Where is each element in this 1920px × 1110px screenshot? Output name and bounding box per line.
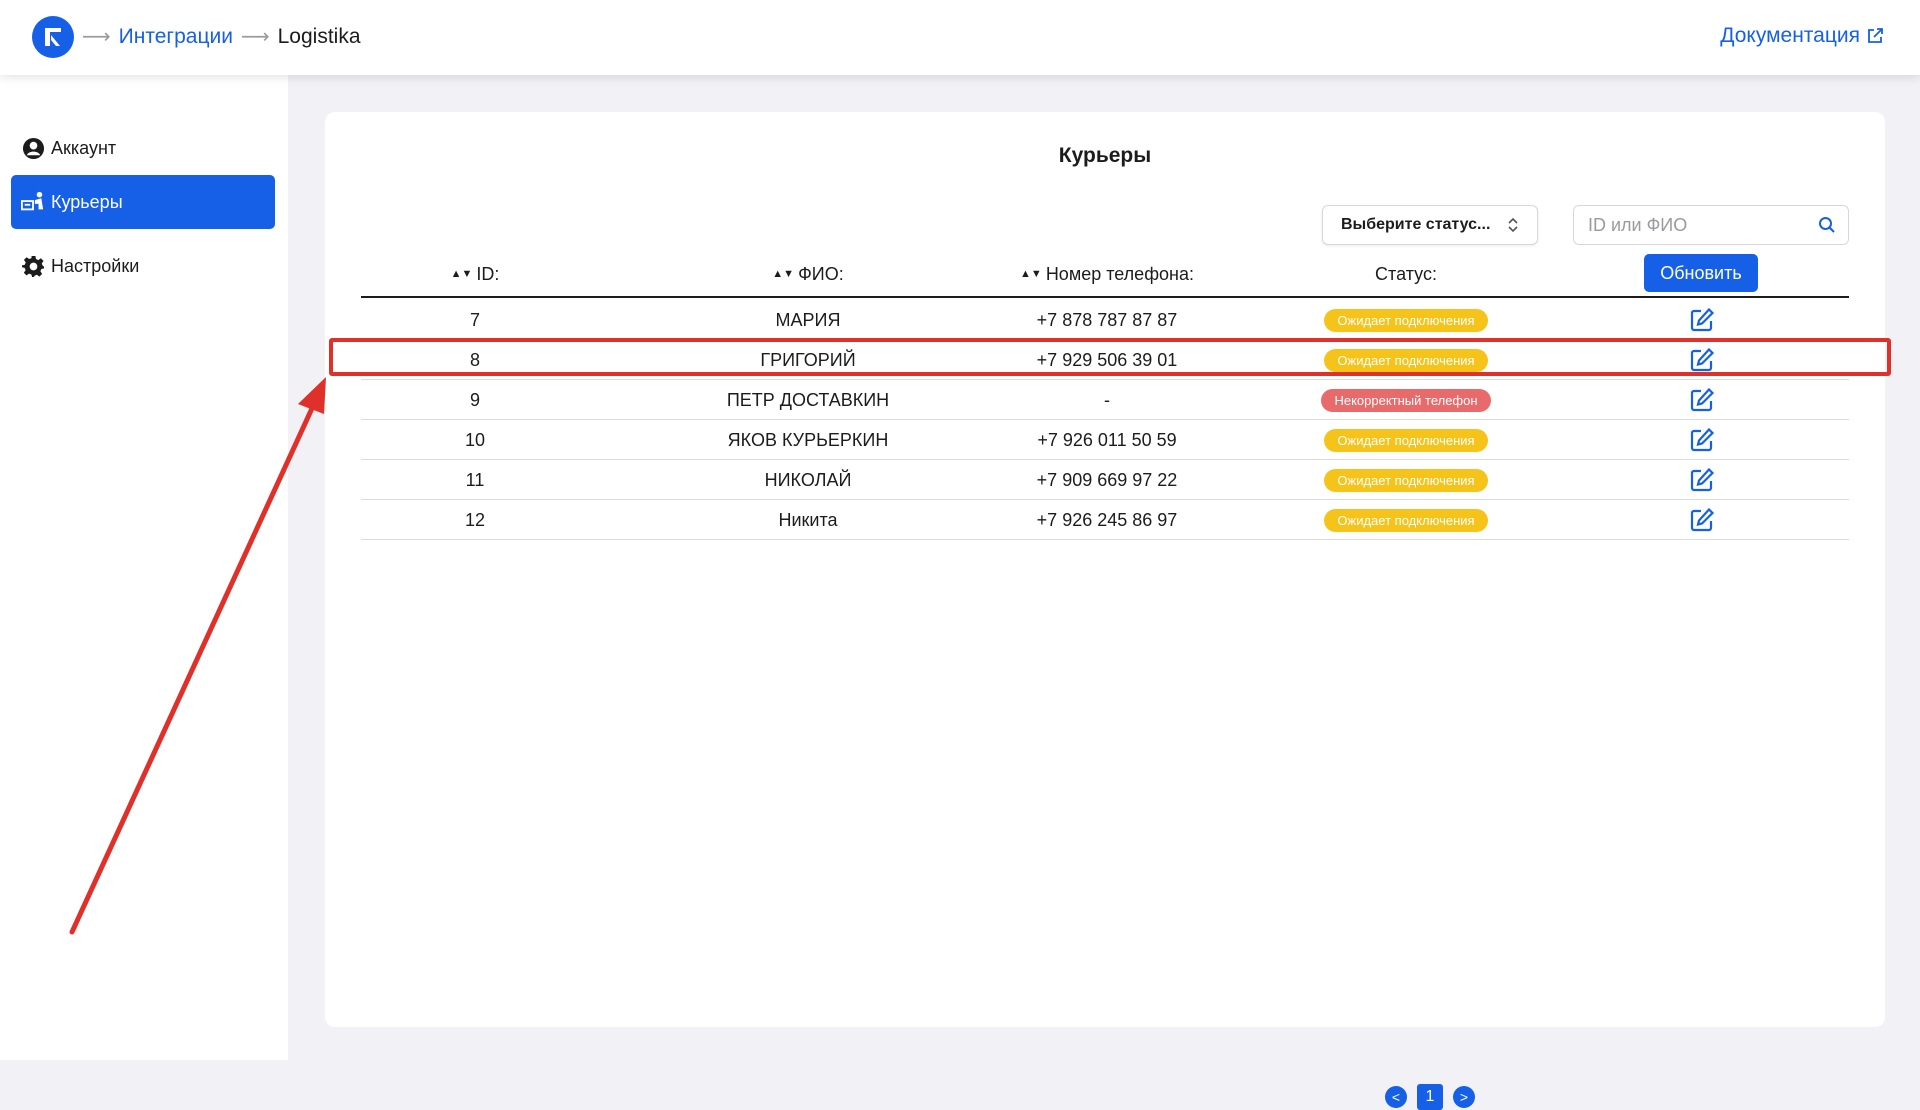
page-title: Курьеры [1058,144,1152,167]
sidebar: Аккаунт Курьеры Настройки [0,75,288,1060]
cell-name: ГРИГОРИЙ [760,349,856,370]
edit-icon [1690,347,1715,372]
edit-icon [1690,507,1715,532]
table-row[interactable]: 9 ПЕТР ДОСТАВКИН - Некорректный телефон [361,380,1849,420]
top-bar: ⟶ Интеграции ⟶ Logistika Документация [0,0,1920,75]
status-badge: Ожидает подключения [1324,508,1488,532]
status-badge: Ожидает подключения [1324,428,1488,452]
cell-name: ПЕТР ДОСТАВКИН [726,389,890,410]
logo-icon [45,28,61,46]
table-row[interactable]: 11 НИКОЛАЙ +7 909 669 97 22 Ожидает подк… [361,460,1849,500]
cell-phone: +7 926 011 50 59 [1037,429,1177,450]
courier-icon [21,190,45,214]
cell-id: 7 [469,309,480,330]
sort-icon[interactable]: ▲▼ [772,269,794,280]
cell-phone: +7 929 506 39 01 [1036,349,1178,370]
external-link-icon [1868,28,1883,43]
status-badge: Ожидает подключения [1324,468,1488,492]
user-circle-icon [21,136,45,160]
table-row[interactable]: 7 МАРИЯ +7 878 787 87 87 Ожидает подключ… [361,300,1849,340]
cell-name: Никита [778,509,838,530]
status-select[interactable]: Выберите статус... [1322,205,1538,245]
table-row[interactable]: 8 ГРИГОРИЙ +7 929 506 39 01 Ожидает подк… [361,340,1849,380]
sidebar-item-label: Курьеры [51,191,123,212]
sidebar-item-account[interactable]: Аккаунт [11,121,275,175]
search-field[interactable] [1573,205,1849,245]
cell-phone: - [1104,389,1110,410]
search-input[interactable] [1574,206,1804,244]
cell-status: Ожидает подключения [1257,460,1555,500]
column-header-name[interactable]: ▲▼ ФИО: [659,252,957,296]
edit-icon [1690,387,1715,412]
documentation-link[interactable]: Документация [1720,24,1884,48]
couriers-table: 7 МАРИЯ +7 878 787 87 87 Ожидает подключ… [361,300,1849,540]
cell-id: 10 [464,429,486,450]
edit-button[interactable] [1555,380,1849,420]
status-badge: Ожидает подключения [1324,348,1488,372]
chevron-up-down-icon [1508,217,1518,233]
status-select-value: Выберите статус... [1341,216,1491,233]
cell-phone: +7 909 669 97 22 [1036,469,1178,490]
column-name-label: ФИО: [798,263,844,284]
sort-icon[interactable]: ▲▼ [1020,269,1042,280]
refresh-button[interactable]: Обновить [1644,254,1758,292]
edit-icon [1690,427,1715,452]
table-header: ▲▼ ID: ▲▼ ФИО: ▲▼ Номер телефона: Статус… [361,252,1849,298]
status-badge: Ожидает подключения [1324,308,1488,332]
app-logo[interactable] [32,16,74,58]
cell-phone: +7 926 245 86 97 [1036,509,1178,530]
cell-id: 12 [464,509,486,530]
cell-id: 8 [469,349,480,370]
column-status-label: Статус: [1375,263,1437,284]
cell-status: Ожидает подключения [1257,340,1555,380]
edit-icon [1690,307,1715,332]
cell-status: Ожидает подключения [1257,300,1555,340]
page-1-button[interactable]: 1 [1417,1084,1443,1110]
cell-status: Некорректный телефон [1257,380,1555,420]
couriers-card: Курьеры Выберите статус... ▲▼ ID: ▲▼ ФИО… [325,112,1885,1110]
edit-button[interactable] [1555,460,1849,500]
column-header-status: Статус: [1257,252,1555,296]
edit-button[interactable] [1555,300,1849,340]
cell-name: ЯКОВ КУРЬЕРКИН [727,429,889,450]
cell-id: 11 [465,469,485,490]
table-row[interactable]: 10 ЯКОВ КУРЬЕРКИН +7 926 011 50 59 Ожида… [361,420,1849,460]
next-page-button[interactable]: > [1453,1086,1475,1108]
table-row[interactable]: 12 Никита +7 926 245 86 97 Ожидает подкл… [361,500,1849,540]
sidebar-item-label: Настройки [51,255,140,276]
sidebar-item-settings[interactable]: Настройки [11,239,275,293]
prev-page-button[interactable]: < [1385,1086,1407,1108]
sidebar-item-couriers[interactable]: Курьеры [11,175,275,229]
breadcrumb-current: Logistika [277,24,361,48]
breadcrumb-arrow-icon: ⟶ [240,26,270,48]
edit-button[interactable] [1555,340,1849,380]
documentation-label: Документация [1720,24,1860,47]
column-header-id[interactable]: ▲▼ ID: [361,252,589,296]
column-phone-label: Номер телефона: [1045,263,1194,284]
breadcrumb: ⟶ Интеграции ⟶ Logistika [82,24,361,49]
edit-icon [1690,467,1715,492]
cell-name: НИКОЛАЙ [764,469,852,490]
cell-phone: +7 878 787 87 87 [1036,309,1178,330]
cell-status: Ожидает подключения [1257,420,1555,460]
pagination: < 1 > [1385,1084,1475,1110]
edit-button[interactable] [1555,420,1849,460]
column-header-phone[interactable]: ▲▼ Номер телефона: [958,252,1256,296]
breadcrumb-integrations-link[interactable]: Интеграции [119,25,233,49]
cell-id: 9 [469,389,480,410]
sort-icon[interactable]: ▲▼ [451,269,473,280]
status-badge: Некорректный телефон [1321,388,1491,412]
cell-name: МАРИЯ [775,309,841,330]
column-id-label: ID: [476,263,500,284]
gear-icon [21,254,45,278]
search-icon[interactable] [1818,216,1836,234]
cell-status: Ожидает подключения [1257,500,1555,540]
sidebar-item-label: Аккаунт [51,137,117,158]
edit-button[interactable] [1555,500,1849,540]
breadcrumb-arrow-icon: ⟶ [82,26,111,48]
